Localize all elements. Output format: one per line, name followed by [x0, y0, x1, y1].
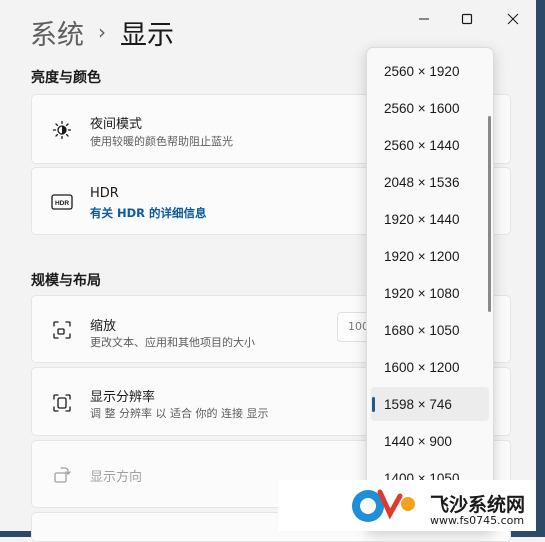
- resolution-option[interactable]: 2560 × 1440: [371, 128, 489, 162]
- minimize-button[interactable]: [404, 6, 444, 32]
- night-light-description: 使用较暖的颜色帮助阻止蓝光: [90, 135, 233, 148]
- resolution-option[interactable]: 1920 × 1200: [371, 239, 489, 273]
- resolution-option[interactable]: 1440 × 900: [371, 424, 489, 458]
- maximize-button[interactable]: [447, 6, 487, 32]
- resolution-icon: [50, 391, 74, 415]
- minimize-icon: [419, 18, 429, 20]
- scale-title: 缩放: [90, 319, 117, 334]
- resolution-option[interactable]: 1920 × 1080: [371, 276, 489, 310]
- breadcrumb-parent-link[interactable]: 系统: [30, 13, 84, 52]
- breadcrumb-separator: ›: [98, 20, 106, 44]
- hdr-info-link[interactable]: 有关 HDR 的详细信息: [90, 205, 207, 221]
- section-title-scale-layout: 规模与布局: [31, 273, 101, 289]
- scale-description: 更改文本、应用和其他项目的大小: [90, 336, 255, 349]
- resolution-title: 显示分辨率: [90, 390, 156, 405]
- resolution-dropdown[interactable]: 2560 × 1920 2560 × 1600 2560 × 1440 2048…: [366, 47, 494, 531]
- selected-indicator: [372, 397, 375, 412]
- section-title-brightness: 亮度与颜色: [31, 70, 101, 86]
- resolution-description: 调 整 分辨率 以 适合 你的 连接 显示: [90, 407, 269, 420]
- breadcrumb: 系统 › 显示: [30, 12, 174, 52]
- page-title: 显示: [120, 19, 174, 51]
- night-light-title: 夜间模式: [90, 117, 143, 132]
- orientation-title: 显示方向: [90, 470, 143, 485]
- hdr-icon: HDR: [50, 190, 74, 214]
- dropdown-scrollbar[interactable]: [488, 116, 491, 312]
- svg-text:HDR: HDR: [55, 200, 69, 207]
- night-light-icon: [50, 118, 74, 142]
- resolution-option-selected[interactable]: 1598 × 746: [371, 387, 489, 421]
- resolution-option[interactable]: 1680 × 1050: [371, 313, 489, 347]
- selected-resolution-label: 1598 × 746: [384, 396, 452, 412]
- scale-icon: [50, 318, 74, 342]
- window-frame-edge: [536, 0, 545, 537]
- resolution-option[interactable]: 1920 × 1440: [371, 202, 489, 236]
- watermark-url: www.fs0745.com: [430, 514, 525, 527]
- resolution-option[interactable]: 2560 × 1600: [371, 91, 489, 125]
- resolution-option[interactable]: 2560 × 1920: [371, 54, 489, 88]
- orientation-icon: [50, 463, 74, 487]
- watermark-logo: [350, 484, 424, 532]
- watermark-name: 飞沙系统网: [430, 494, 526, 516]
- hdr-title: HDR: [90, 186, 119, 201]
- resolution-option[interactable]: 1600 × 1200: [371, 350, 489, 384]
- close-button[interactable]: [493, 6, 533, 32]
- close-icon: [507, 13, 519, 25]
- resolution-option[interactable]: 2048 × 1536: [371, 165, 489, 199]
- maximize-icon: [461, 13, 473, 25]
